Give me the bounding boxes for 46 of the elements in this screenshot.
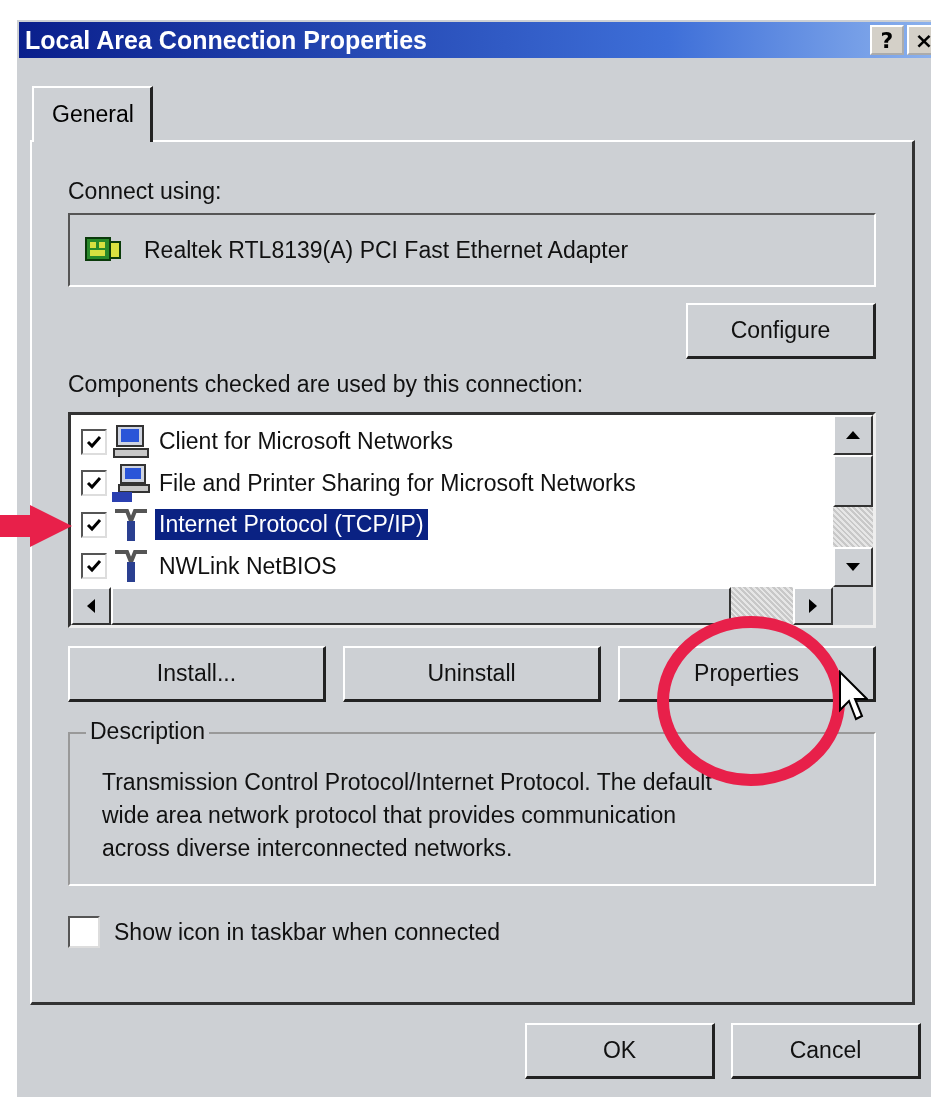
scroll-down-button[interactable] [833,547,873,587]
vertical-scrollbar[interactable] [833,415,873,587]
down-arrow-icon [845,562,861,572]
description-text: Transmission Control Protocol/Internet Protocol. The default wide area network protocol that provides communication across diverse interconnected networks. [102,768,713,863]
checkbox-label: Show icon in taskbar when connected [114,918,501,946]
computer-icon [111,423,151,460]
action-button[interactable]: Install... [68,646,326,702]
tab[interactable]: General [32,86,153,142]
list-item[interactable]: NWLink NetBIOS [155,550,341,582]
cursor-icon [838,670,868,722]
horizontal-scrollbar[interactable] [71,587,833,625]
cancel-button[interactable]: Cancel [731,1023,921,1079]
computer-printer-icon [111,463,151,504]
checkbox[interactable] [81,511,107,538]
left-arrow-icon [86,598,96,614]
ok-button[interactable]: OK [525,1023,715,1079]
list-item[interactable]: File and Printer Sharing for Microsoft Networks [155,467,640,499]
scroll-thumb[interactable] [111,587,731,625]
checkbox[interactable] [81,470,107,497]
close-button[interactable]: × [907,25,931,55]
right-arrow-icon [808,598,818,614]
checkmark-icon [86,517,102,532]
help-button[interactable]: ? [870,25,904,55]
connect-using-label: Connect using: [68,178,223,205]
adapter-name: Realtek RTL8139(A) PCI Fast Ethernet Adapter [144,236,629,264]
action-button[interactable]: Uninstall [343,646,601,702]
checkmark-icon [86,559,102,574]
window-title: Local Area Connection Properties [25,25,428,55]
components-label: Components checked are used by this connection: [68,371,585,398]
list-item[interactable]: Client for Microsoft Networks [155,426,457,458]
scroll-right-button[interactable] [793,587,833,625]
checkbox[interactable] [81,553,107,580]
list-item[interactable]: Internet Protocol (TCP/IP) [155,509,428,541]
checkbox[interactable] [68,916,100,948]
scroll-thumb[interactable] [833,455,873,507]
up-arrow-icon [845,430,861,440]
description-title: Description [86,718,210,745]
scrollbar-corner [833,587,873,625]
scroll-left-button[interactable] [71,587,111,625]
scroll-up-button[interactable] [833,415,873,455]
network-card-icon [84,236,122,264]
configure-button[interactable]: Configure [686,303,876,359]
checkmark-icon [86,434,102,449]
checkmark-icon [86,476,102,491]
arrow-annotation [0,505,72,547]
checkbox[interactable] [81,428,107,455]
